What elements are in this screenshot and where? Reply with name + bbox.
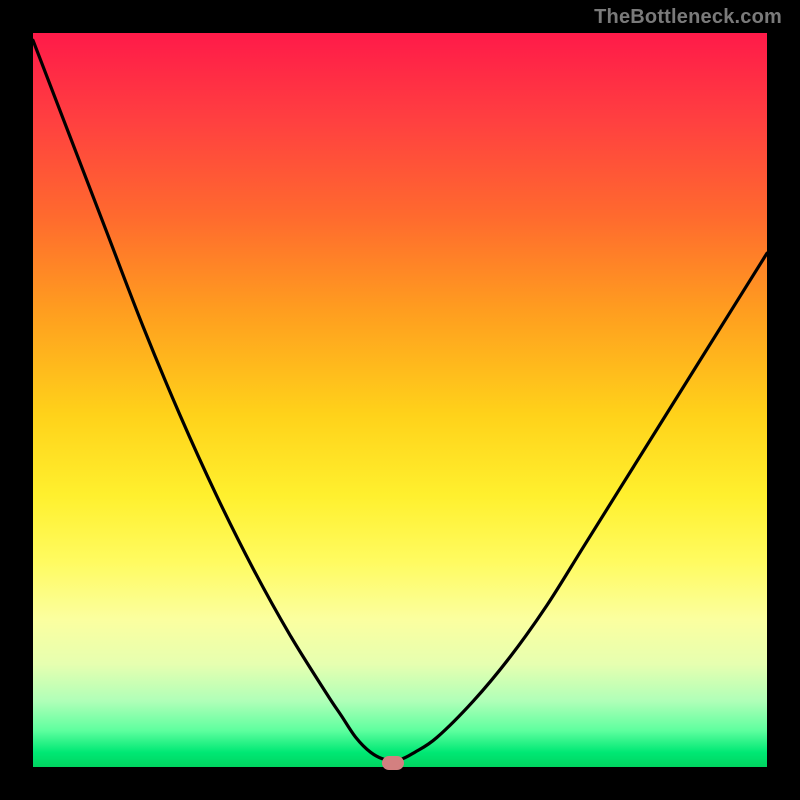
watermark-text: TheBottleneck.com bbox=[594, 6, 782, 29]
chart-frame: TheBottleneck.com bbox=[0, 0, 800, 800]
bottleneck-curve bbox=[33, 33, 767, 767]
optimal-marker bbox=[382, 756, 404, 770]
plot-area bbox=[33, 33, 767, 767]
